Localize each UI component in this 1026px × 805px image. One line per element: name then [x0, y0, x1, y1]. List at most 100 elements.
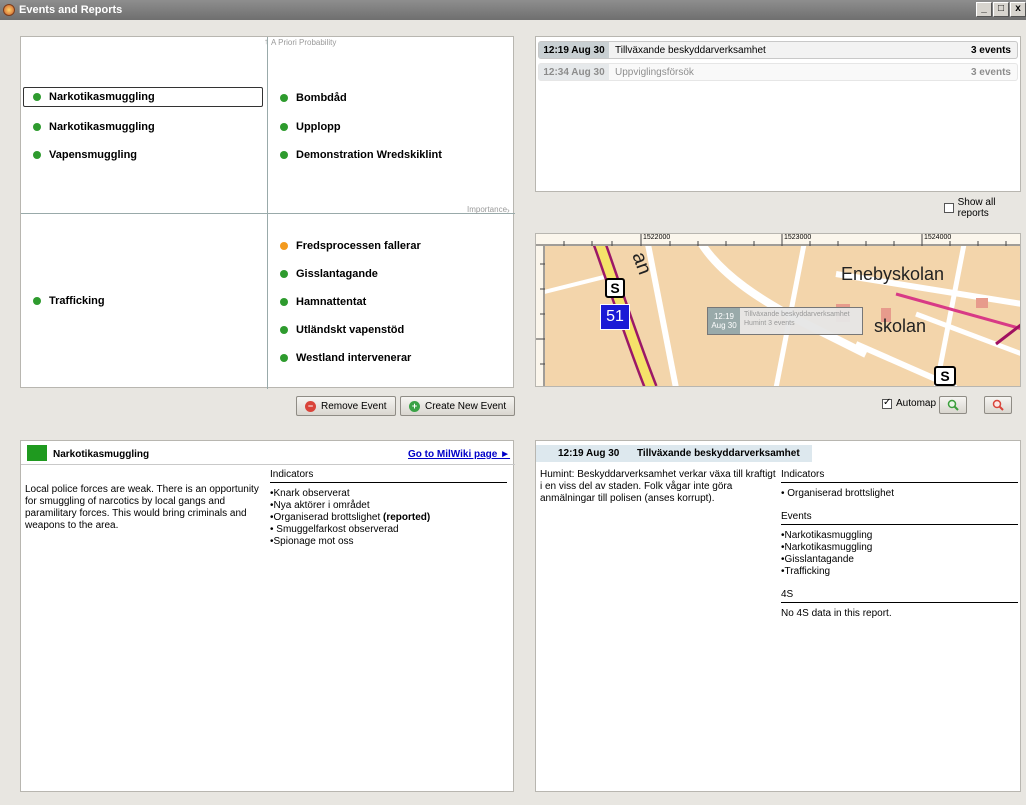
report-row[interactable]: 12:34 Aug 30 Uppviglingsförsök 3 events: [538, 63, 1018, 81]
milwiki-link[interactable]: Go to MilWiki page ►: [408, 449, 510, 460]
status-dot-icon: [33, 93, 41, 101]
automap-option[interactable]: Automap: [882, 397, 937, 409]
report-event-count: 3 events: [970, 44, 1011, 56]
event-label: Vapensmuggling: [49, 149, 138, 161]
map-coord-label: 1524000: [924, 234, 952, 241]
report-events-list: •Narkotikasmuggling •Narkotikasmuggling …: [781, 530, 872, 578]
show-all-checkbox[interactable]: [944, 203, 954, 213]
status-dot-icon: [280, 242, 288, 250]
show-all-reports-option[interactable]: Show all reports: [944, 197, 1026, 219]
report-event-item[interactable]: •Trafficking: [781, 566, 872, 578]
event-label: Westland intervenerar: [296, 352, 412, 364]
status-dot-icon: [33, 297, 41, 305]
automap-label: Automap: [896, 398, 937, 409]
zoom-out-icon: [992, 399, 1004, 411]
remove-event-button[interactable]: − Remove Event: [296, 396, 396, 416]
event-item[interactable]: Westland intervenerar: [280, 352, 411, 364]
report-events-heading: Events: [781, 511, 1018, 525]
remove-event-label: Remove Event: [321, 400, 387, 412]
report-title: Tillväxande beskyddarverksamhet: [615, 44, 766, 56]
map-road-number: 51: [600, 304, 630, 330]
report-detail-time: 12:19 Aug 30: [558, 448, 620, 459]
close-button[interactable]: x: [1010, 2, 1026, 17]
indicator-item: •Spionage mot oss: [270, 536, 354, 547]
app-icon: [3, 4, 15, 16]
create-event-button[interactable]: + Create New Event: [400, 396, 516, 416]
tooltip-time: 12:19: [713, 312, 735, 321]
report-time: 12:19 Aug 30: [539, 42, 609, 58]
event-item[interactable]: Upplopp: [280, 121, 341, 133]
create-event-label: Create New Event: [425, 400, 507, 412]
event-label: Narkotikasmuggling: [49, 121, 155, 133]
event-label: Upplopp: [296, 121, 341, 133]
indicator-text: •Organiserad brottslighet: [270, 512, 384, 523]
status-dot-icon: [280, 151, 288, 159]
zoom-in-button[interactable]: [939, 396, 967, 414]
event-item[interactable]: Utländskt vapenstöd: [280, 324, 404, 336]
report-event-count: 3 events: [970, 66, 1011, 78]
maximize-button[interactable]: □: [993, 2, 1009, 17]
event-label: Hamnattentat: [296, 296, 367, 308]
event-label: Demonstration Wredskiklint: [296, 149, 442, 161]
report-event-item[interactable]: •Narkotikasmuggling: [781, 542, 872, 554]
window-title: Events and Reports: [19, 4, 123, 16]
minimize-button[interactable]: _: [976, 2, 992, 17]
fours-heading: 4S: [781, 589, 1018, 603]
event-label: Gisslantagande: [296, 268, 378, 280]
indicator-item: • Smuggelfarkost observerad: [270, 524, 399, 535]
event-item[interactable]: Trafficking: [33, 295, 105, 307]
report-event-item[interactable]: •Narkotikasmuggling: [781, 530, 872, 542]
minus-icon: −: [305, 400, 316, 412]
report-event-item[interactable]: •Gisslantagande: [781, 554, 872, 566]
x-axis-arrow-icon: ›: [507, 206, 510, 215]
x-axis-label: Importance: [467, 205, 508, 214]
event-item[interactable]: Gisslantagande: [280, 268, 378, 280]
zoom-out-button[interactable]: [984, 396, 1012, 414]
map-report-tooltip[interactable]: 12:19 Aug 30 Tillväxande beskyddarverksa…: [707, 307, 863, 335]
map-coord-label: 1523000: [784, 234, 812, 241]
zoom-in-icon: [947, 399, 959, 411]
event-label: Trafficking: [49, 295, 105, 307]
report-row[interactable]: 12:19 Aug 30 Tillväxande beskyddarverksa…: [538, 41, 1018, 59]
event-item[interactable]: Vapensmuggling: [33, 149, 137, 161]
indicator-item: •Nya aktörer i området: [270, 500, 370, 511]
event-item[interactable]: Fredsprocessen fallerar: [280, 240, 421, 252]
status-dot-icon: [280, 270, 288, 278]
report-body: Humint: Beskyddarverksamhet verkar växa …: [540, 469, 776, 504]
window-titlebar: Events and Reports _ □ x: [0, 0, 1026, 20]
event-description: Local police forces are weak. There is a…: [25, 484, 259, 531]
plus-icon: +: [409, 400, 420, 412]
tooltip-line: Tillväxande beskyddarverksamhet: [744, 311, 850, 318]
event-item[interactable]: Bombdåd: [280, 92, 347, 104]
y-axis-arrow-icon: ↑: [264, 37, 268, 46]
status-dot-icon: [33, 123, 41, 131]
tooltip-time-box: 12:19 Aug 30: [708, 308, 740, 334]
status-dot-icon: [280, 354, 288, 362]
event-color-swatch: [27, 445, 47, 461]
show-all-label: Show all reports: [957, 197, 996, 219]
reports-list-panel: 12:19 Aug 30 Tillväxande beskyddarverksa…: [535, 36, 1021, 192]
map-place-label: Enebyskolan: [841, 264, 945, 284]
indicators-heading: Indicators: [270, 469, 507, 483]
event-label: Bombdåd: [296, 92, 347, 104]
y-axis-label: A Priori Probability: [271, 38, 337, 47]
map-sign-icon: S: [934, 366, 956, 386]
event-item[interactable]: Narkotikasmuggling: [23, 87, 263, 107]
event-item[interactable]: Demonstration Wredskiklint: [280, 149, 442, 161]
report-detail-panel: 12:19 Aug 30 Tillväxande beskyddarverksa…: [535, 440, 1021, 792]
automap-checkbox[interactable]: [882, 397, 892, 409]
status-dot-icon: [280, 94, 288, 102]
event-quadrant-panel: ↑ A Priori Probability Importance › Nark…: [20, 36, 515, 389]
map-sign-icon: S: [605, 278, 625, 298]
event-item[interactable]: Narkotikasmuggling: [33, 121, 155, 133]
map-place-label: skolan: [874, 316, 927, 336]
report-indicator-item: • Organiserad brottslighet: [781, 488, 895, 499]
report-indicators-heading: Indicators: [781, 469, 1018, 483]
map-view[interactable]: 1522000 1523000 1524000 6942000 an Eneby…: [535, 233, 1021, 387]
indicator-status: (reported): [383, 512, 431, 523]
tooltip-date: Aug 30: [711, 321, 737, 330]
indicators-list: •Knark observerat •Nya aktörer i området…: [270, 488, 430, 548]
quadrant-horizontal-axis: [21, 213, 515, 214]
event-item[interactable]: Hamnattentat: [280, 296, 366, 308]
status-dot-icon: [33, 151, 41, 159]
